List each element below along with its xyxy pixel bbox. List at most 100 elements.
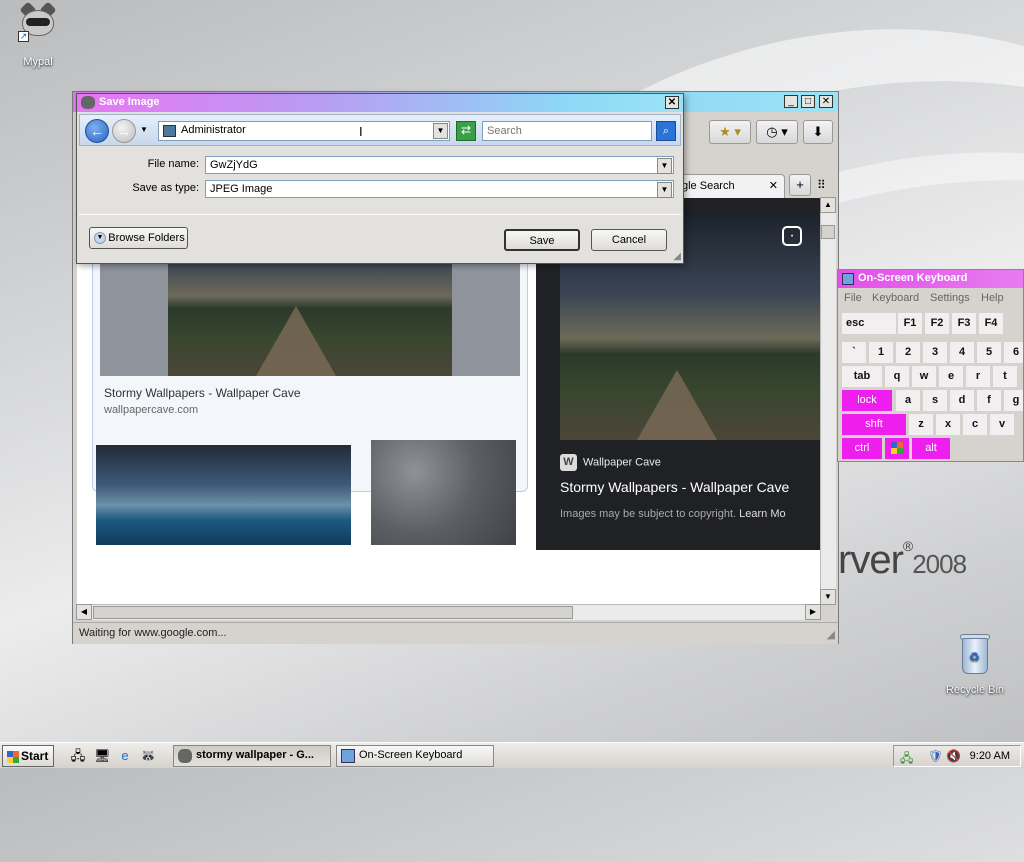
internet-explorer-icon[interactable]: e <box>117 748 133 764</box>
close-button[interactable]: ✕ <box>819 95 833 108</box>
key-esc[interactable]: esc <box>842 313 896 334</box>
key-4[interactable]: 4 <box>950 342 974 363</box>
key-f[interactable]: f <box>977 390 1001 411</box>
forward-arrow-icon[interactable]: → <box>112 119 136 143</box>
key-backtick[interactable]: ` <box>842 342 866 363</box>
scroll-thumb[interactable] <box>821 225 835 239</box>
key-a[interactable]: a <box>896 390 920 411</box>
osk-menu-keyboard[interactable]: Keyboard <box>872 292 919 304</box>
scroll-left-arrow[interactable]: ◀ <box>76 604 92 620</box>
horizontal-scrollbar[interactable]: ◀ ▶ <box>76 604 821 620</box>
server-manager-icon[interactable]: 🖧 <box>70 748 86 764</box>
osk-menu-settings[interactable]: Settings <box>930 292 970 304</box>
chevron-down-icon[interactable]: ▼ <box>657 182 672 198</box>
key-f2[interactable]: F2 <box>925 313 949 334</box>
result-thumbnail-waves[interactable] <box>96 445 351 545</box>
osk-titlebar[interactable]: On-Screen Keyboard <box>838 270 1023 288</box>
preview-title[interactable]: Stormy Wallpapers - Wallpaper Cave <box>560 479 789 495</box>
key-f4[interactable]: F4 <box>979 313 1003 334</box>
security-icon[interactable]: 🛡 <box>928 749 943 763</box>
downloads-button[interactable]: ⬇ <box>803 120 833 144</box>
taskbar-button-osk[interactable]: On-Screen Keyboard <box>336 745 494 767</box>
windows-logo-icon <box>891 442 903 454</box>
key-shift[interactable]: shft <box>842 414 906 435</box>
resize-grip-icon[interactable]: ◢ <box>827 628 835 641</box>
resize-grip-icon[interactable]: ◢ <box>673 251 681 262</box>
tab-close-icon[interactable]: ✕ <box>769 179 778 192</box>
dialog-close-button[interactable]: ✕ <box>665 96 679 109</box>
maximize-button[interactable]: □ <box>801 95 815 108</box>
result-title[interactable]: Stormy Wallpapers - Wallpaper Cave <box>104 386 301 400</box>
raccoon-icon <box>81 96 95 109</box>
volume-muted-icon[interactable]: 🔇 <box>946 749 961 763</box>
start-button[interactable]: Start <box>2 745 54 767</box>
key-5[interactable]: 5 <box>977 342 1001 363</box>
chevron-down-icon[interactable]: ▼ <box>657 158 672 174</box>
key-s[interactable]: s <box>923 390 947 411</box>
desktop-icon-mypal[interactable]: ↗ Mypal <box>14 1 62 68</box>
key-caps-lock[interactable]: lock <box>842 390 892 411</box>
cancel-button[interactable]: Cancel <box>591 229 667 251</box>
key-e[interactable]: e <box>939 366 963 387</box>
key-alt[interactable]: alt <box>912 438 950 459</box>
history-dropdown-icon[interactable]: ▼ <box>140 125 148 134</box>
key-d[interactable]: d <box>950 390 974 411</box>
key-c[interactable]: c <box>963 414 987 435</box>
scroll-up-arrow[interactable]: ▲ <box>820 197 836 213</box>
key-t[interactable]: t <box>993 366 1017 387</box>
key-x[interactable]: x <box>936 414 960 435</box>
key-f3[interactable]: F3 <box>952 313 976 334</box>
key-windows[interactable] <box>885 438 909 459</box>
result-thumbnail-clouds[interactable] <box>371 440 516 545</box>
osk-menu-help[interactable]: Help <box>981 292 1004 304</box>
clock[interactable]: 9:20 AM <box>970 750 1010 762</box>
vertical-scrollbar[interactable]: ▲ ▼ <box>820 197 836 605</box>
save-button[interactable]: Save <box>504 229 580 251</box>
result-source: wallpapercave.com <box>104 404 199 416</box>
back-arrow-icon[interactable]: ← <box>85 119 109 143</box>
lens-search-icon[interactable]: · <box>782 226 802 246</box>
chevron-down-icon[interactable]: ▼ <box>433 123 448 139</box>
keyboard-icon <box>842 273 854 285</box>
refresh-icon[interactable]: ⇄ <box>456 121 476 141</box>
key-r[interactable]: r <box>966 366 990 387</box>
key-z[interactable]: z <box>909 414 933 435</box>
bookmarks-button[interactable]: ★ ▾ <box>709 120 751 144</box>
save-type-select[interactable]: JPEG Image ▼ <box>205 180 674 198</box>
key-q[interactable]: q <box>885 366 909 387</box>
tab-google-search[interactable]: gle Search ✕ <box>673 174 785 198</box>
key-1[interactable]: 1 <box>869 342 893 363</box>
search-icon[interactable]: ⌕ <box>656 121 676 141</box>
key-w[interactable]: w <box>912 366 936 387</box>
location-dropdown[interactable]: Administrator I ▼ <box>158 121 450 141</box>
network-icon[interactable]: 🖧 <box>900 749 913 770</box>
show-desktop-icon[interactable]: 🖥 <box>94 748 111 764</box>
search-input[interactable] <box>482 121 652 141</box>
expand-icon: ▼ <box>94 232 106 244</box>
history-button[interactable]: ◷ ▾ <box>756 120 798 144</box>
mypal-quicklaunch-icon[interactable]: 🦝 <box>140 748 156 764</box>
scroll-down-arrow[interactable]: ▼ <box>820 589 836 605</box>
learn-more-link[interactable]: Learn Mo <box>739 508 785 520</box>
osk-menu-file[interactable]: File <box>844 292 862 304</box>
browse-folders-button[interactable]: ▼ Browse Folders <box>89 227 188 249</box>
tab-list-icon[interactable]: ⠿ <box>817 178 826 192</box>
scroll-thumb[interactable] <box>93 606 573 619</box>
scroll-right-arrow[interactable]: ▶ <box>805 604 821 620</box>
preview-source[interactable]: W Wallpaper Cave <box>560 454 661 471</box>
desktop-icon-recycle-bin[interactable]: ♻ Recycle Bin <box>940 632 1010 696</box>
minimize-button[interactable]: _ <box>784 95 798 108</box>
key-ctrl[interactable]: ctrl <box>842 438 882 459</box>
key-3[interactable]: 3 <box>923 342 947 363</box>
new-tab-button[interactable]: + <box>789 174 811 196</box>
file-name-field[interactable]: GwZjYdG ▼ <box>205 156 674 174</box>
key-f1[interactable]: F1 <box>898 313 922 334</box>
dialog-titlebar[interactable]: Save Image ✕ <box>77 94 683 112</box>
key-6[interactable]: 6 <box>1004 342 1023 363</box>
key-2[interactable]: 2 <box>896 342 920 363</box>
key-tab[interactable]: tab <box>842 366 882 387</box>
taskbar-button-browser[interactable]: stormy wallpaper - G... <box>173 745 331 767</box>
status-bar: Waiting for www.google.com... ◢ <box>73 622 838 644</box>
key-v[interactable]: v <box>990 414 1014 435</box>
key-g[interactable]: g <box>1004 390 1023 411</box>
